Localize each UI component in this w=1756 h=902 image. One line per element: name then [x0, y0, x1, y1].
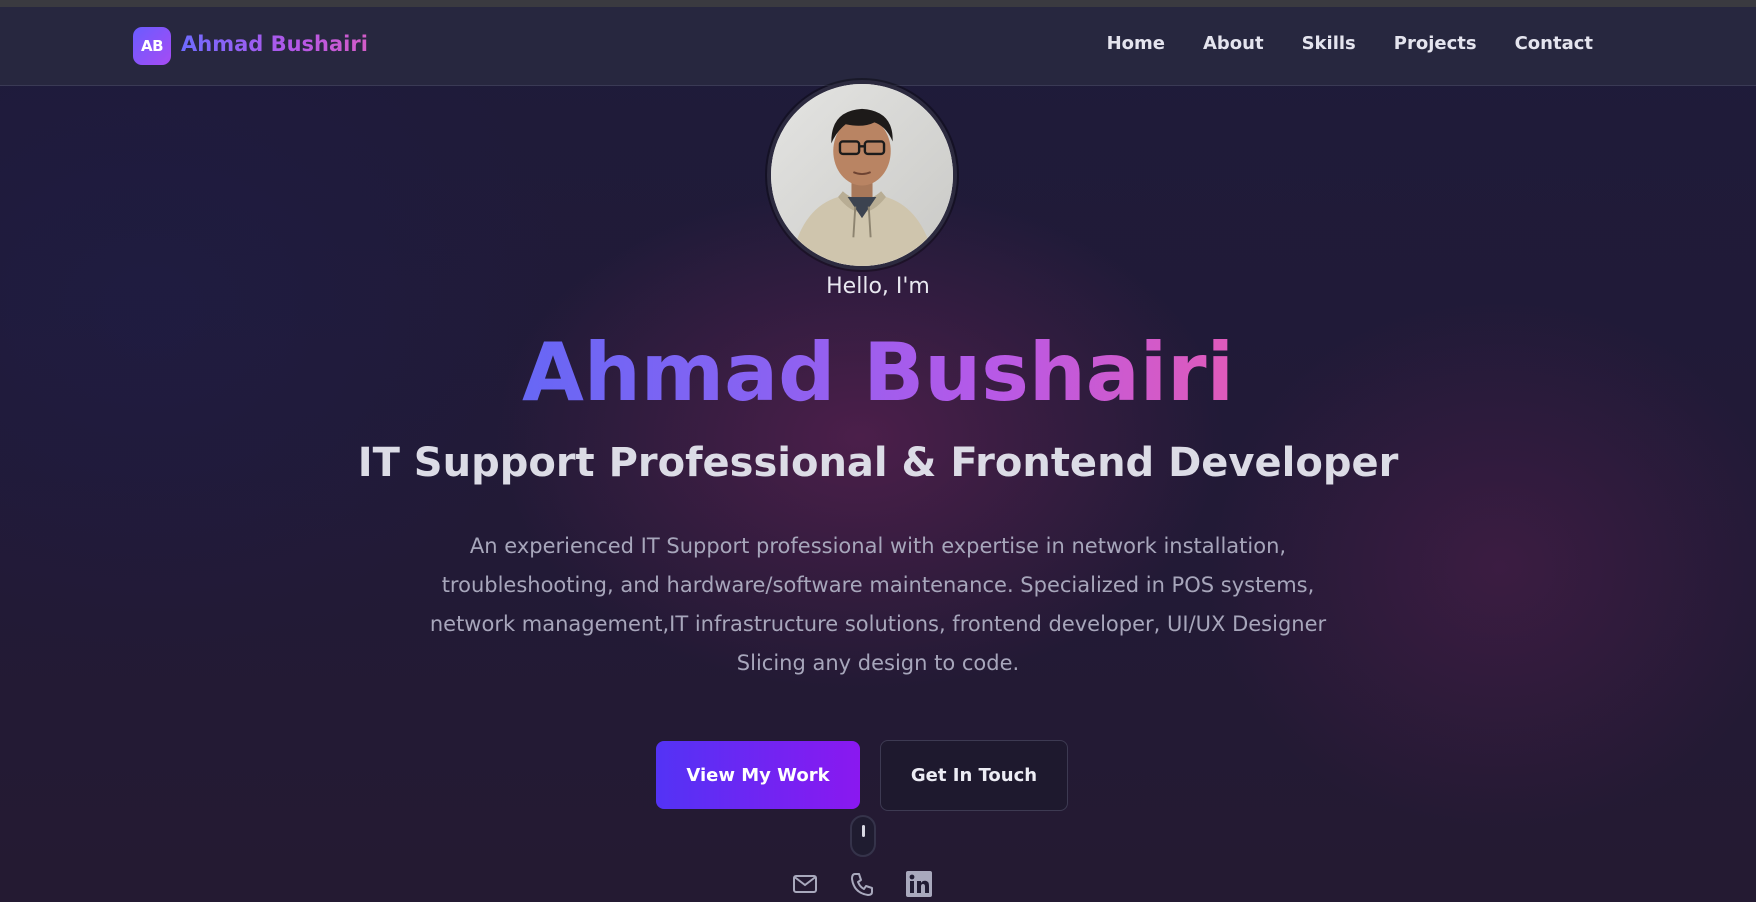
view-my-work-button[interactable]: View My Work [656, 741, 860, 809]
profile-photo [771, 84, 953, 266]
hero-name: Ahmad Bushairi [0, 325, 1756, 420]
logo-name[interactable]: Ahmad Bushairi [181, 32, 368, 62]
nav-link-contact[interactable]: Contact [1515, 33, 1593, 54]
get-in-touch-button[interactable]: Get In Touch [880, 740, 1068, 811]
phone-icon[interactable] [847, 869, 877, 899]
mail-icon[interactable] [790, 869, 820, 899]
logo-badge[interactable]: AB [133, 27, 171, 65]
hero-greeting: Hello, I'm [826, 274, 930, 299]
profile-avatar [767, 80, 957, 270]
nav-link-projects[interactable]: Projects [1394, 33, 1477, 54]
social-links [790, 869, 934, 899]
phone-icon-graphic [851, 873, 873, 896]
nav-link-about[interactable]: About [1203, 33, 1264, 54]
linkedin-icon[interactable] [904, 869, 934, 899]
hero-description: An experienced IT Support professional w… [429, 534, 1327, 675]
nav-links: Home About Skills Projects Contact [1107, 33, 1593, 54]
hero-name-text: Ahmad Bushairi [521, 326, 1235, 419]
hero-title: IT Support Professional & Frontend Devel… [357, 440, 1399, 486]
linkedin-icon-graphic [906, 871, 932, 897]
browser-top-strip [0, 0, 1756, 7]
navbar: AB Ahmad Bushairi Home About Skills Proj… [0, 7, 1756, 86]
nav-link-skills[interactable]: Skills [1302, 33, 1356, 54]
scroll-indicator[interactable] [850, 815, 876, 857]
nav-link-home[interactable]: Home [1107, 33, 1165, 54]
scroll-dot [862, 825, 865, 837]
mail-icon-graphic [793, 875, 817, 893]
